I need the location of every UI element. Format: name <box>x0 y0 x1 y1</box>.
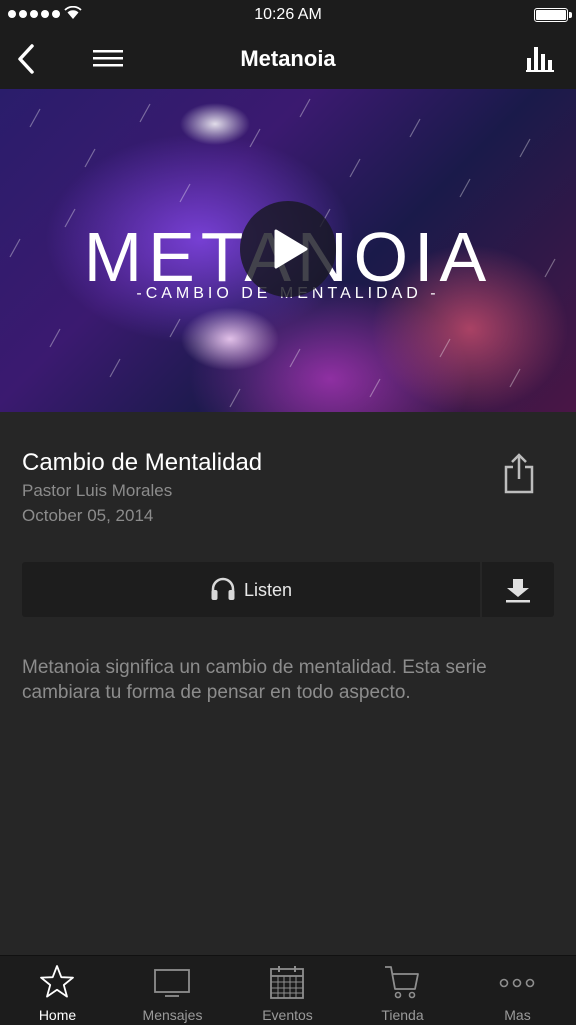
tab-eventos[interactable]: Eventos <box>230 956 345 1025</box>
tab-label: Eventos <box>262 1007 313 1023</box>
share-icon[interactable] <box>500 452 538 494</box>
headphones-icon <box>211 577 235 600</box>
page-title: Metanoia <box>240 46 336 71</box>
calendar-icon <box>270 966 304 999</box>
tab-label: Mas <box>504 1007 531 1023</box>
star-icon <box>40 965 74 998</box>
status-time: 10:26 AM <box>254 6 322 23</box>
message-date: October 05, 2014 <box>22 506 154 525</box>
series-artwork: METANOIA -CAMBIO DE MENTALIDAD - <box>0 89 576 412</box>
bar-chart-icon[interactable] <box>526 44 554 72</box>
tab-label: Tienda <box>381 1007 424 1023</box>
download-button[interactable] <box>482 562 554 617</box>
more-icon <box>499 978 535 988</box>
play-button[interactable] <box>240 201 336 297</box>
navigation-bar: Metanoia <box>0 30 576 89</box>
message-speaker: Pastor Luis Morales <box>22 481 173 500</box>
tab-tienda[interactable]: Tienda <box>345 956 460 1025</box>
download-icon <box>506 579 530 603</box>
message-title: Cambio de Mentalidad <box>22 449 263 476</box>
cart-icon <box>385 966 419 999</box>
battery-icon <box>534 8 572 22</box>
tab-mensajes[interactable]: Mensajes <box>115 956 230 1025</box>
tab-mas[interactable]: Mas <box>460 956 575 1025</box>
tab-label: Home <box>38 1007 77 1023</box>
series-description: Metanoia significa un cambio de mentalid… <box>22 657 487 703</box>
tv-icon <box>154 969 190 997</box>
tab-label: Mensajes <box>142 1007 203 1023</box>
status-bar: 10:26 AM <box>0 0 576 30</box>
tab-home[interactable]: Home <box>0 956 115 1025</box>
listen-label: Listen <box>243 579 293 600</box>
listen-button[interactable]: Listen <box>22 562 480 617</box>
play-icon <box>274 229 308 269</box>
tab-bar: Home Mensajes Eventos Tienda Mas <box>0 955 576 1025</box>
